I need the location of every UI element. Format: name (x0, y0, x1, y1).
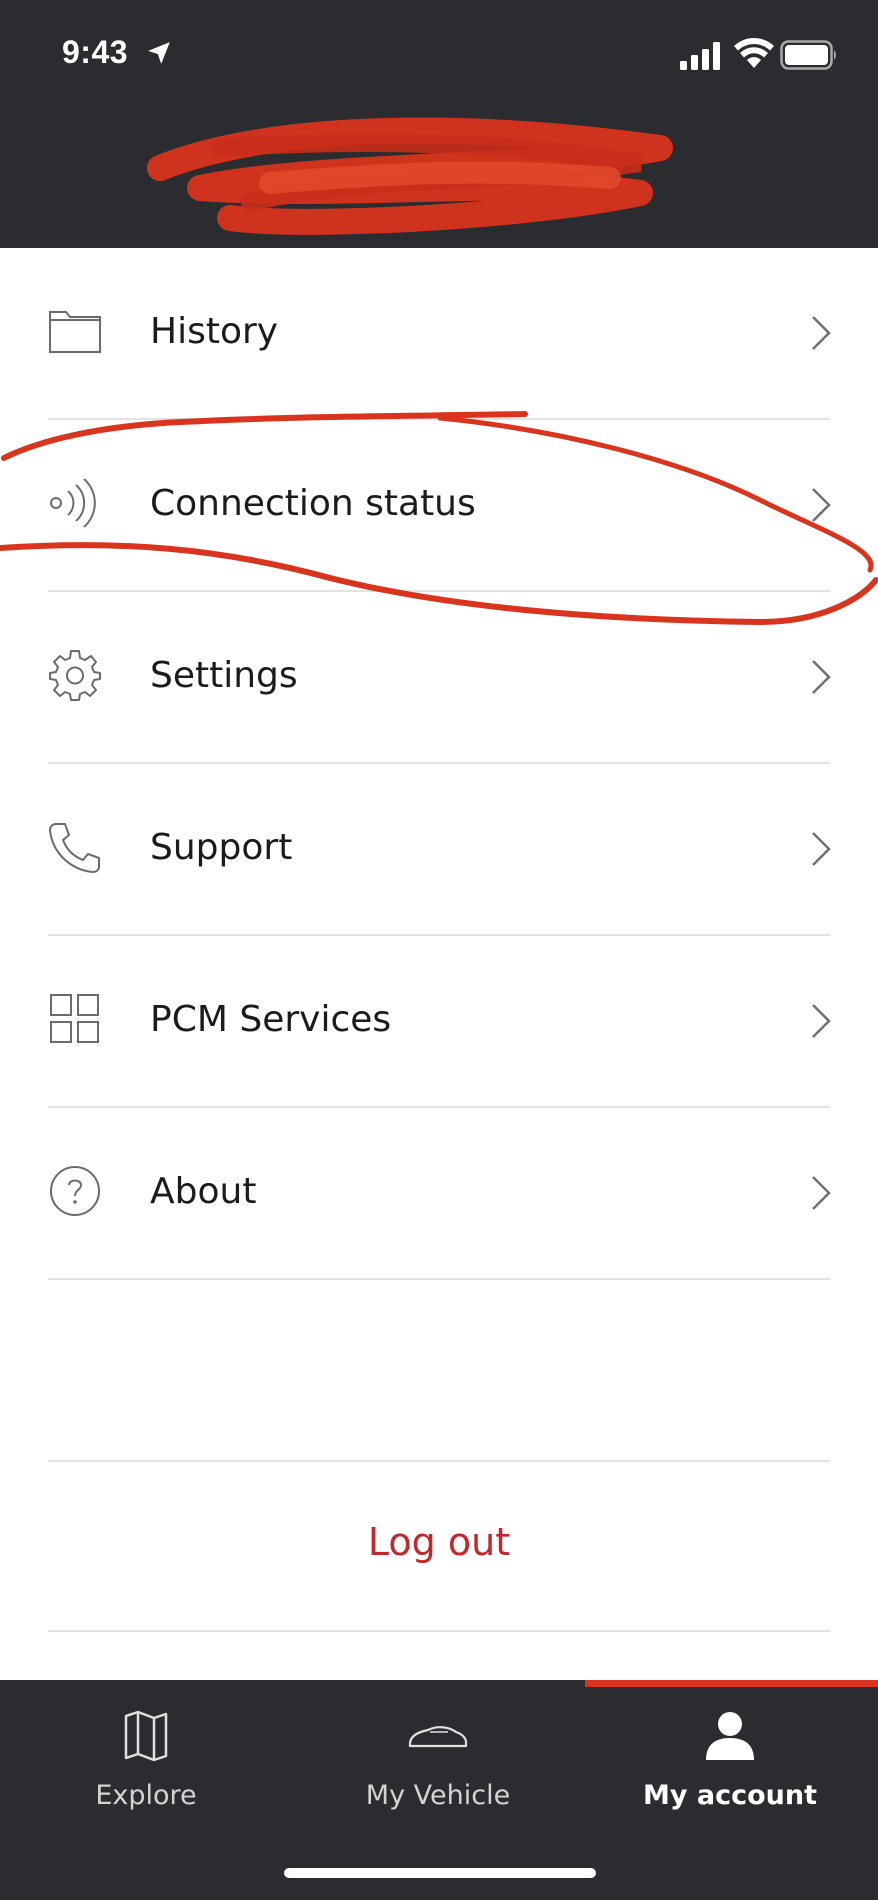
logout-button[interactable]: Log out (0, 1520, 878, 1564)
divider (48, 1630, 830, 1632)
tab-label: Explore (95, 1780, 197, 1811)
wifi-icon (734, 38, 774, 68)
menu-item-label: Settings (150, 655, 298, 696)
chevron-right-icon (812, 1176, 831, 1210)
chevron-right-icon (812, 660, 831, 694)
wireless-signal-icon (50, 478, 96, 528)
tab-my-vehicle[interactable]: My Vehicle (292, 1680, 584, 1840)
menu-item-support[interactable]: Support (0, 764, 878, 936)
redacted-account-name-scribble (147, 117, 673, 235)
grid-icon (50, 994, 99, 1043)
menu-item-pcm-services[interactable]: PCM Services (0, 936, 878, 1108)
map-icon (124, 1710, 168, 1762)
menu-item-label: Support (150, 827, 293, 868)
bottom-tab-bar: Explore My Vehicle My account (0, 1680, 878, 1900)
question-circle-icon (50, 1166, 100, 1216)
menu-item-history[interactable]: History (0, 248, 878, 420)
menu-item-connection-status[interactable]: Connection status (0, 420, 878, 592)
tab-my-account[interactable]: My account (584, 1680, 876, 1840)
chevron-right-icon (812, 832, 831, 866)
home-indicator[interactable] (284, 1868, 596, 1878)
menu-item-label: PCM Services (150, 999, 392, 1040)
menu-item-settings[interactable]: Settings (0, 592, 878, 764)
car-icon (408, 1726, 468, 1748)
chevron-right-icon (812, 316, 831, 350)
divider (48, 1460, 830, 1462)
battery-icon (780, 40, 836, 70)
status-time: 9:43 (62, 34, 129, 70)
location-arrow-icon (148, 42, 170, 64)
menu-item-label: Connection status (150, 483, 476, 524)
tab-explore[interactable]: Explore (0, 1680, 292, 1840)
tab-label: My account (643, 1780, 817, 1811)
cellular-signal-icon (680, 42, 720, 70)
gear-icon (49, 650, 101, 701)
phone-icon (49, 823, 100, 873)
menu-item-label: About (150, 1171, 257, 1212)
status-bar: 9:43 (0, 0, 878, 110)
menu-item-label: History (150, 311, 279, 352)
tab-label: My Vehicle (365, 1780, 511, 1811)
header: 9:43 (0, 0, 878, 248)
menu-item-about[interactable]: About (0, 1108, 878, 1280)
folder-icon (49, 311, 101, 353)
chevron-right-icon (812, 1004, 831, 1038)
chevron-right-icon (812, 488, 831, 522)
divider (48, 1278, 830, 1280)
logout-section: Log out (0, 1460, 878, 1632)
person-icon (706, 1712, 754, 1760)
account-screen: 9:43 History Connection status Settings … (0, 0, 878, 1900)
